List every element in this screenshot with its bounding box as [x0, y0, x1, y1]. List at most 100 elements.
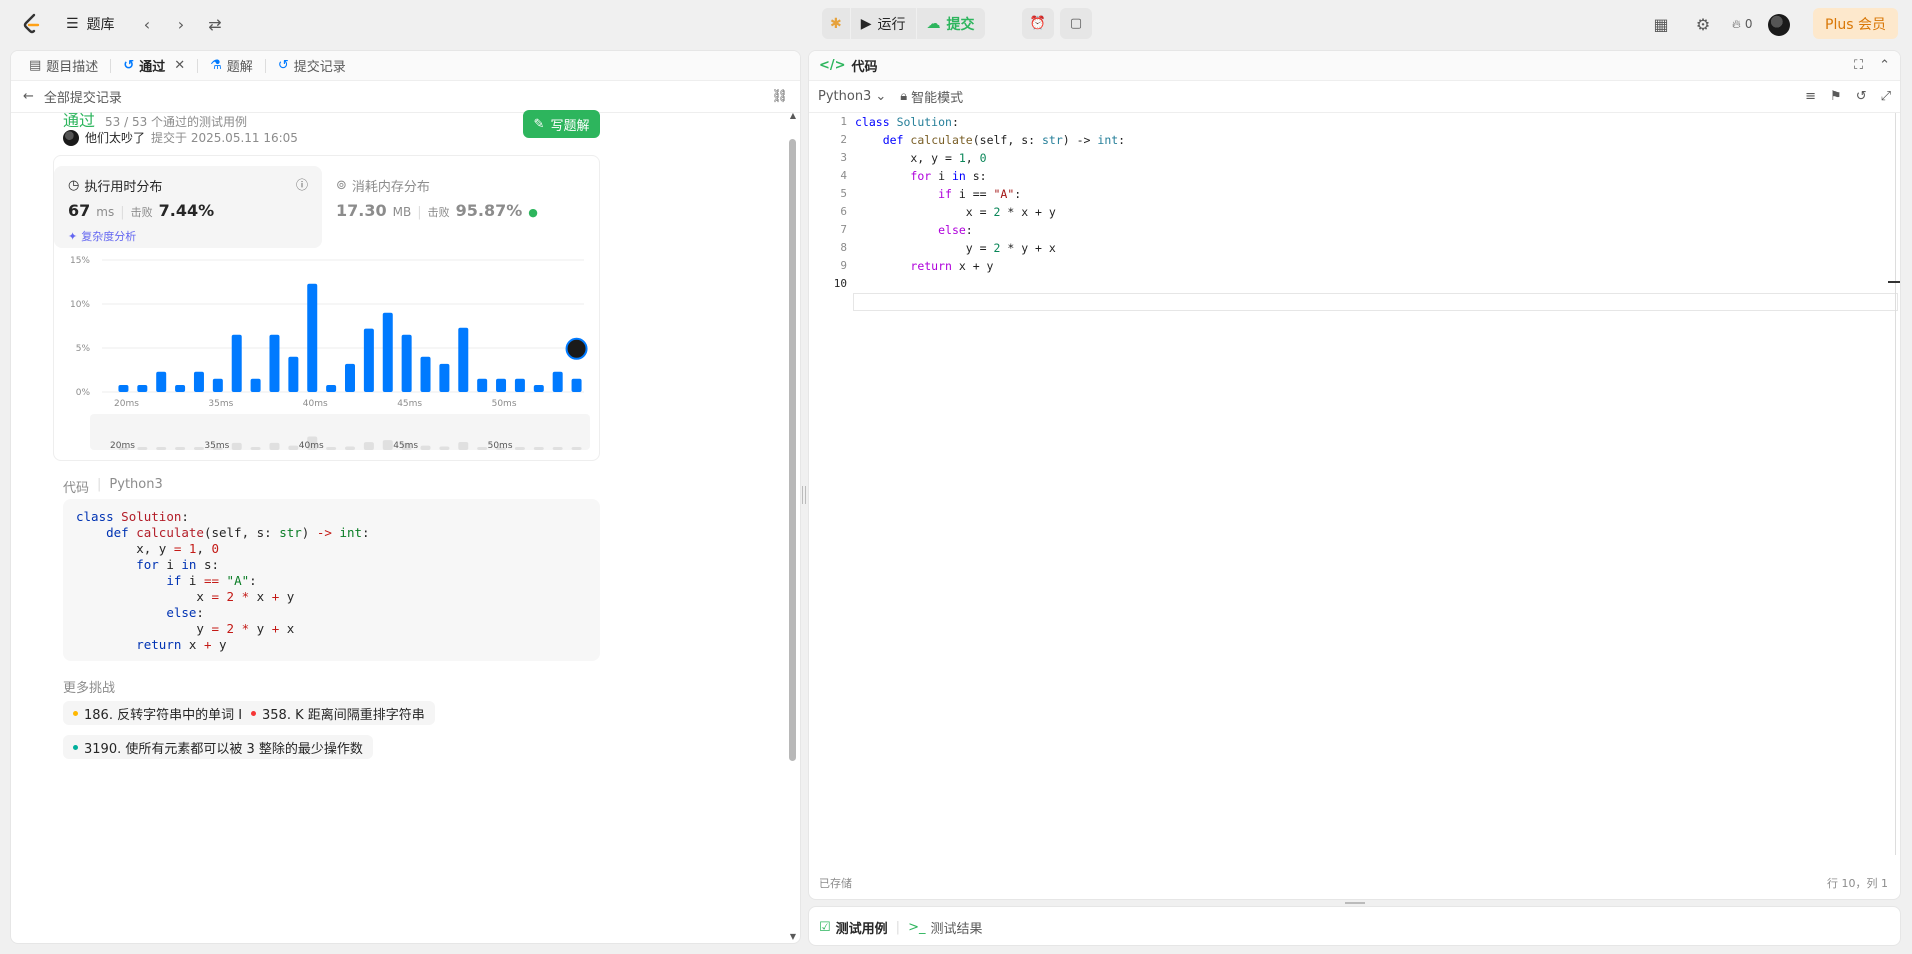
histogram-bar[interactable] — [250, 378, 261, 392]
stats-card: ◷ 执行用时分布 ⓘ 67 ms | 击败 7.44% ✦ 复杂度分析 ⊚ 消耗… — [53, 155, 600, 461]
histogram-bar[interactable] — [231, 334, 242, 392]
expand-icon[interactable]: ⤢ — [1881, 89, 1891, 104]
share-link-icon[interactable]: ⛓ — [771, 89, 788, 104]
settings-button[interactable]: ⚙ — [1690, 11, 1716, 37]
histogram-bar[interactable] — [269, 334, 280, 392]
my-submission-marker[interactable] — [565, 337, 588, 360]
histogram-bar[interactable] — [552, 371, 563, 392]
line-number: 5 — [840, 187, 847, 200]
difficulty-dot — [251, 710, 256, 716]
tab-accepted[interactable]: ↺ 通过 ✕ — [117, 51, 191, 81]
run-button[interactable]: ▶ 运行 — [851, 8, 916, 39]
layout-button[interactable]: ▦ — [1648, 11, 1674, 37]
write-solution-button[interactable]: ✎ 写题解 — [523, 110, 600, 138]
x-tick-label: 50ms — [492, 399, 517, 409]
histogram-bar[interactable] — [137, 384, 148, 392]
memory-tab[interactable]: ⊚ 消耗内存分布 — [336, 176, 430, 195]
edit-icon: ✎ — [533, 116, 545, 132]
author-avatar[interactable] — [63, 129, 79, 146]
histogram-bar[interactable] — [212, 378, 223, 392]
language-select[interactable]: Python3 ⌄ — [818, 89, 886, 104]
histogram-bar[interactable] — [288, 356, 299, 392]
alarm-icon: ⏰ — [1029, 16, 1047, 31]
timer-button[interactable]: ⏰ — [1022, 8, 1054, 39]
histogram-bar[interactable] — [382, 312, 393, 392]
maximize-icon[interactable]: ⛶ — [1854, 58, 1863, 73]
histogram-bar[interactable] — [533, 384, 544, 392]
editor-scrollbar[interactable] — [1895, 113, 1896, 855]
user-avatar[interactable] — [1768, 14, 1791, 36]
histogram-bar[interactable] — [345, 363, 355, 392]
vertical-resize-handle[interactable] — [1345, 902, 1365, 904]
info-icon[interactable]: ⓘ — [296, 176, 308, 193]
smart-mode-toggle[interactable]: 🔒︎ 智能模式 — [900, 87, 963, 106]
difficulty-dot — [73, 710, 78, 716]
bug-icon: ✱ — [830, 15, 842, 32]
streak-button[interactable]: 🔥︎ 0 — [1732, 11, 1752, 37]
histogram-bar[interactable] — [514, 378, 525, 392]
histogram-bar[interactable] — [363, 328, 374, 392]
notes-button[interactable]: ▢ — [1060, 8, 1092, 39]
histogram-bar[interactable] — [496, 378, 507, 392]
tab-solutions[interactable]: ⚗ 题解 — [204, 51, 259, 81]
debug-button[interactable]: ✱ — [822, 8, 850, 39]
tab-test-result[interactable]: >_ 测试结果 — [908, 918, 982, 937]
challenge-chip[interactable]: 3190. 使所有元素都可以被 3 整除的最少操作数 — [63, 735, 373, 759]
bookmark-icon[interactable]: ⚑ — [1830, 89, 1842, 104]
leetcode-logo-icon[interactable] — [20, 12, 44, 36]
runtime-distribution-chart[interactable]: 15% 10% 5% 0% 20ms 20ms 35ms 35ms 40ms 40ms 45ms 45… — [54, 250, 599, 460]
tab-testcase[interactable]: ☑ 测试用例 — [819, 918, 888, 937]
problem-bank-button[interactable]: ☰ 题库 — [66, 12, 115, 36]
histogram-bar[interactable] — [477, 378, 488, 392]
challenge-chip[interactable]: 358. K 距离间隔重排字符串 — [241, 701, 435, 725]
overview-bar — [363, 442, 374, 450]
minimap-cursor — [1888, 281, 1900, 283]
runtime-value: 67 — [68, 201, 91, 220]
arrow-left-icon[interactable]: ← — [23, 89, 34, 104]
histogram-bar[interactable] — [326, 384, 337, 392]
histogram-bar[interactable] — [156, 371, 167, 392]
histogram-bar[interactable] — [571, 378, 582, 392]
console-panel: ☑ 测试用例 | >_ 测试结果 — [808, 906, 1901, 946]
x-tick-label: 40ms — [303, 399, 328, 409]
histogram-bar[interactable] — [193, 371, 204, 392]
editor-code[interactable]: class Solution: def calculate(self, s: s… — [855, 113, 1125, 275]
y-tick-label: 15% — [70, 256, 90, 266]
tab-description[interactable]: ▤ 题目描述 — [23, 51, 104, 81]
code-editor[interactable]: 1 2 3 4 5 6 7 8 9 10 class Solution: def calculat… — [809, 113, 1900, 855]
submit-button[interactable]: ☁ 提交 — [917, 8, 985, 39]
histogram-bar[interactable] — [420, 356, 431, 392]
collapse-chevron-icon[interactable]: ⌃ — [1879, 58, 1890, 73]
plus-membership-button[interactable]: Plus 会员 — [1813, 8, 1898, 39]
line-number: 7 — [840, 223, 847, 236]
histogram-bar[interactable] — [118, 384, 129, 392]
prev-problem-button[interactable]: ‹ — [134, 11, 160, 37]
tab-submissions[interactable]: ↺ 提交记录 — [272, 51, 352, 81]
left-tabs: ▤ 题目描述 ↺ 通过 ✕ ⚗ 题解 ↺ 提交记录 — [11, 51, 800, 81]
note-icon: ▢ — [1069, 16, 1083, 31]
sparkle-icon: ✦ — [68, 229, 78, 243]
format-icon[interactable]: ≡ — [1805, 89, 1816, 104]
overview-bar — [477, 447, 488, 450]
close-icon[interactable]: ✕ — [174, 58, 185, 73]
submission-status: 通过 53 / 53 个通过的测试用例 — [63, 111, 248, 130]
code-icon: </> — [819, 58, 846, 73]
overview-brush[interactable] — [90, 414, 590, 450]
difficulty-dot — [73, 744, 78, 750]
runtime-box[interactable]: ◷ 执行用时分布 ⓘ 67 ms | 击败 7.44% ✦ 复杂度分析 — [54, 166, 322, 248]
complexity-analysis-link[interactable]: ✦ 复杂度分析 — [68, 228, 136, 244]
histogram-bar[interactable] — [401, 334, 412, 392]
panel-resize-handle[interactable] — [802, 486, 806, 504]
x-tick-label: 35ms — [208, 399, 233, 409]
next-problem-button[interactable]: › — [168, 11, 194, 37]
top-nav: ☰ 题库 ‹ › ⇄ ✱ ▶ 运行 ☁ 提交 ⏰ ▢ ▦ ⚙ 🔥︎ 0 Plus… — [0, 0, 1912, 48]
challenge-chip[interactable]: 186. 反转字符串中的单词 II — [63, 701, 256, 725]
histogram-bar[interactable] — [439, 363, 450, 392]
histogram-bar[interactable] — [175, 384, 186, 392]
random-problem-button[interactable]: ⇄ — [202, 11, 228, 37]
histogram-bar[interactable] — [307, 283, 318, 392]
all-submissions-link[interactable]: 全部提交记录 — [44, 87, 122, 106]
histogram-bar[interactable] — [458, 327, 469, 392]
reset-icon[interactable]: ↺ — [1856, 89, 1867, 104]
author-name[interactable]: 他们太吵了 — [85, 129, 145, 146]
